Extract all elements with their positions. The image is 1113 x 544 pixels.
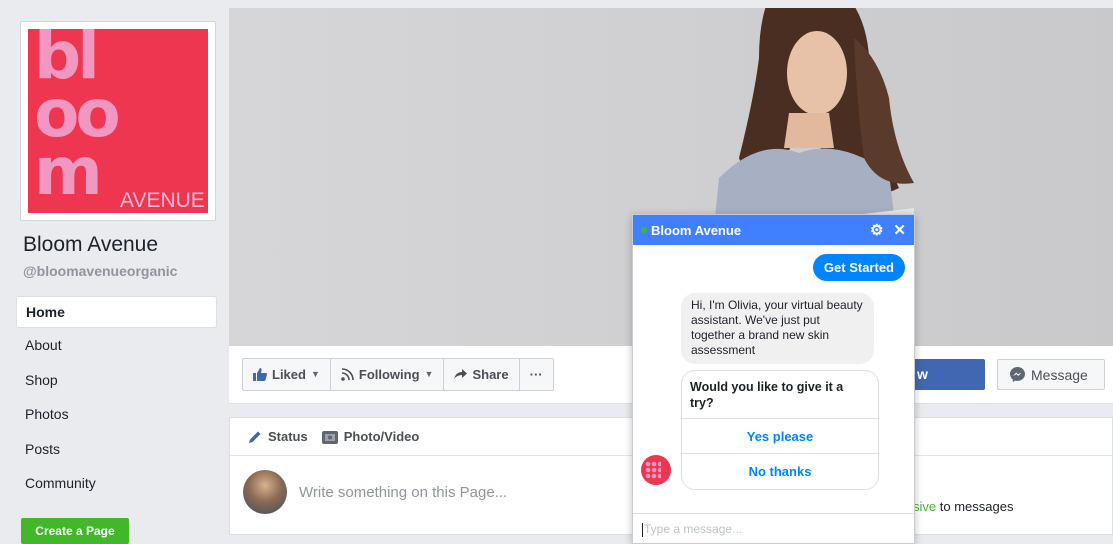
nav-item-about[interactable]: About (16, 328, 217, 363)
nav-item-community[interactable]: Community (16, 466, 217, 501)
profile-picture-frame[interactable]: bl oo m AVENUE (20, 21, 216, 221)
chat-message-input[interactable]: Type a message... (633, 513, 914, 543)
nav-item-photos[interactable]: Photos (16, 397, 217, 432)
more-options-button[interactable]: ··· (520, 359, 553, 390)
messenger-icon (1010, 367, 1025, 382)
get-started-bubble: Get Started (812, 254, 905, 281)
yes-please-button[interactable]: Yes please (682, 419, 878, 454)
send-message-button[interactable]: w (905, 359, 985, 390)
liked-button[interactable]: Liked ▼ (243, 359, 331, 390)
share-button[interactable]: Share (444, 359, 520, 390)
tab-status[interactable]: Status (248, 429, 308, 444)
pencil-icon (249, 431, 261, 443)
bloom-avenue-logo: bl oo m AVENUE (28, 29, 208, 213)
online-status-dot (641, 227, 647, 233)
message-button[interactable]: Message (997, 359, 1105, 390)
bot-message-bubble: Hi, I'm Olivia, your virtual beauty assi… (681, 293, 874, 364)
messenger-chat-window: Bloom Avenue ⚙ ✕ Get Started Hi, I'm Oli… (632, 214, 915, 544)
nav-item-shop[interactable]: Shop (16, 363, 217, 398)
caret-down-icon: ▼ (424, 369, 434, 379)
composer-input-row[interactable]: Write something on this Page... (243, 470, 507, 514)
nav-item-posts[interactable]: Posts (16, 432, 217, 467)
chat-header[interactable]: Bloom Avenue ⚙ ✕ (633, 215, 914, 245)
tab-photo-video[interactable]: Photo/Video (321, 429, 419, 444)
following-button[interactable]: Following ▼ (331, 359, 445, 390)
page-nav: Home About Shop Photos Posts Community (16, 296, 217, 501)
chat-title[interactable]: Bloom Avenue (651, 223, 870, 238)
caret-down-icon: ▼ (310, 369, 320, 379)
share-arrow-icon (454, 369, 468, 379)
thumbs-up-icon (253, 368, 267, 381)
page-actions-group: Liked ▼ Following ▼ Share ··· (242, 358, 554, 391)
bot-avatar (641, 455, 671, 485)
composer-placeholder[interactable]: Write something on this Page... (299, 484, 507, 501)
no-thanks-button[interactable]: No thanks (682, 454, 878, 489)
quick-reply-question: Would you like to give it a try? (682, 371, 878, 419)
responsiveness-text: sive to messages (913, 499, 1014, 514)
quick-reply-card: Would you like to give it a try? Yes ple… (681, 370, 879, 490)
create-page-button[interactable]: Create a Page (21, 518, 129, 544)
nav-item-home[interactable]: Home (16, 296, 217, 328)
avatar (243, 470, 287, 514)
rss-follow-icon (341, 368, 354, 381)
camera-icon (321, 430, 338, 444)
page-handle[interactable]: @bloomavenueorganic (23, 263, 177, 279)
gear-icon[interactable]: ⚙ (870, 221, 883, 239)
page-title[interactable]: Bloom Avenue (23, 233, 158, 257)
close-icon[interactable]: ✕ (893, 221, 906, 239)
